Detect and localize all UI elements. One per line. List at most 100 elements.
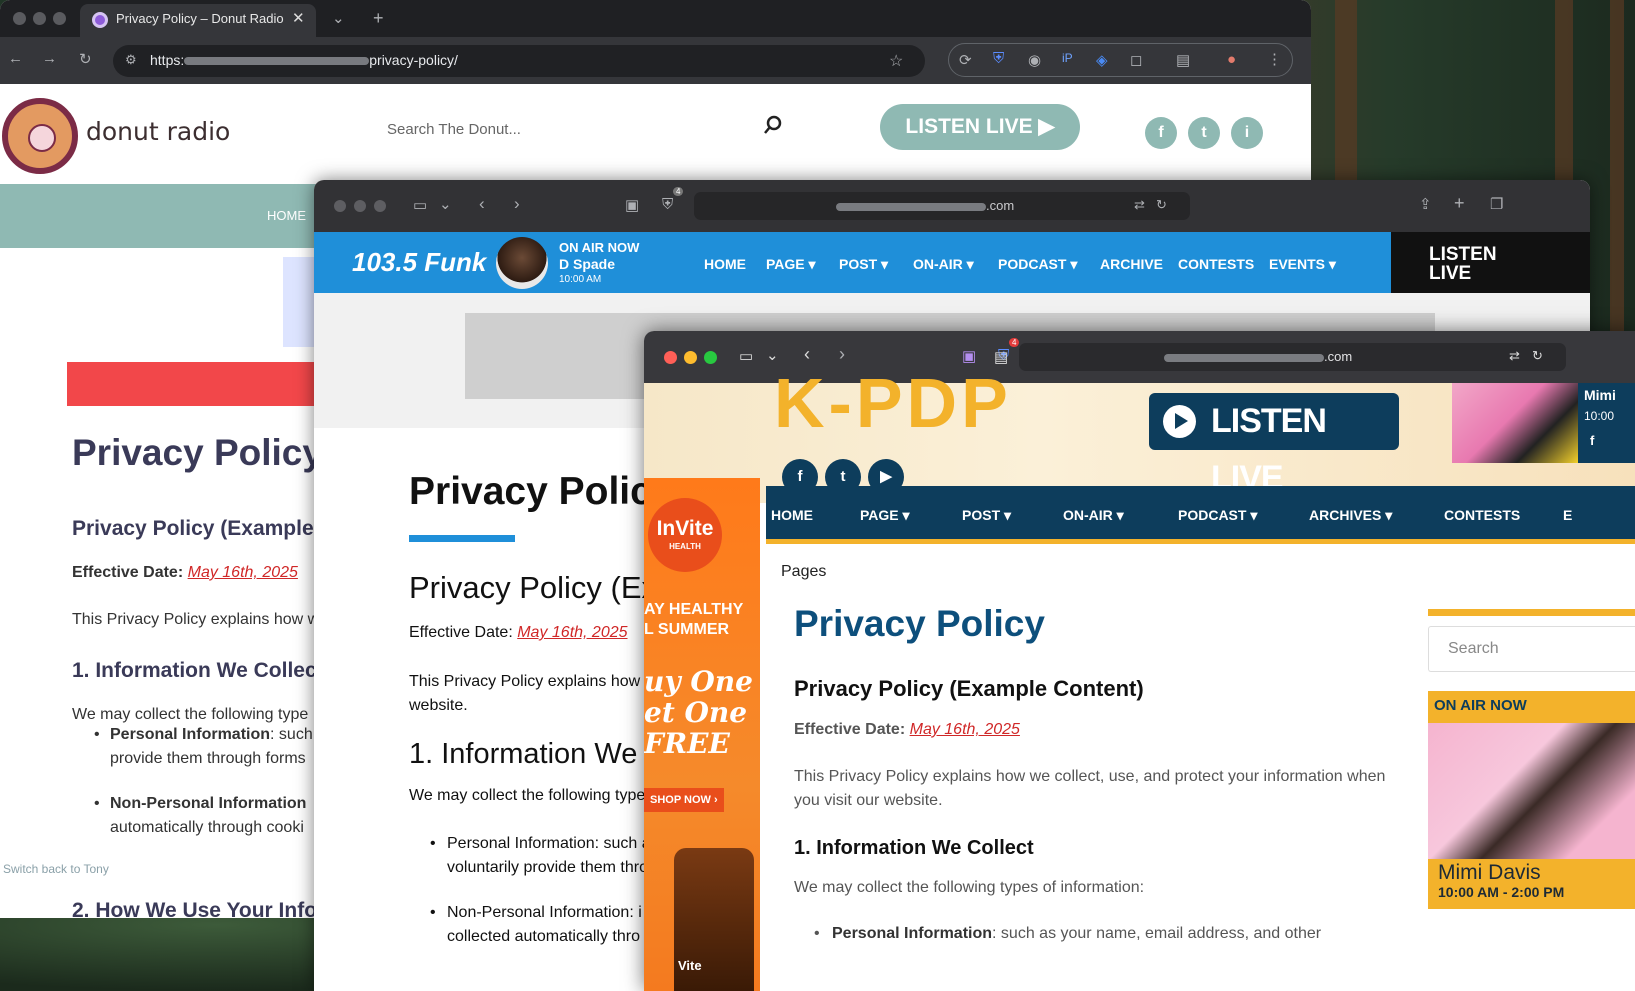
avatar [496, 237, 548, 289]
chevron-down-icon[interactable]: ⌄ [766, 346, 779, 364]
reload-icon[interactable]: ↻ [1532, 348, 1543, 364]
nav-archives[interactable]: ARCHIVES ▾ [1309, 507, 1392, 524]
nav-home[interactable]: HOME [771, 507, 813, 523]
zoom-window-button[interactable] [53, 12, 66, 25]
bitwarden-icon[interactable]: ⛨ [993, 50, 1004, 67]
site-logo[interactable]: 103.5 Funk [352, 247, 486, 278]
share-icon[interactable]: ⇪ [1419, 195, 1432, 213]
address-bar[interactable]: ⚙ https: privacy-policy/ ☆ [113, 45, 925, 77]
back-icon[interactable]: ← [8, 50, 23, 67]
camera-icon[interactable]: ◉ [1028, 51, 1041, 69]
host-card-top[interactable]: Mimi 10:00 f [1452, 383, 1635, 463]
extension-icon[interactable]: ▣ [625, 196, 639, 214]
reload-icon[interactable]: ↻ [1156, 197, 1167, 213]
nav-more[interactable]: E [1563, 507, 1572, 523]
nav-post[interactable]: POST ▾ [962, 507, 1011, 524]
reload-icon[interactable]: ↻ [79, 50, 92, 68]
bitwarden-icon[interactable]: ⛨ [662, 196, 673, 213]
bookmark-star-icon[interactable]: ☆ [889, 51, 903, 71]
search-icon[interactable] [762, 114, 784, 136]
nav-on-air[interactable]: ON-AIR ▾ [1063, 507, 1124, 524]
donut-logo-icon[interactable] [2, 98, 78, 174]
listen-live-button[interactable]: LISTEN LIVE [1391, 232, 1590, 293]
site-settings-icon[interactable]: ⚙ [125, 52, 137, 68]
nav-home[interactable]: HOME [704, 256, 746, 272]
nav-post[interactable]: POST ▾ [839, 256, 888, 273]
nav-home[interactable]: HOME [267, 208, 306, 223]
nav-archive[interactable]: ARCHIVE [1100, 256, 1163, 272]
translate-icon[interactable]: ⇄ [1509, 348, 1520, 364]
search-input[interactable]: Search [1428, 626, 1635, 672]
nav-events[interactable]: EVENTS ▾ [1269, 256, 1336, 273]
puzzle-icon[interactable]: ◻ [1130, 51, 1142, 69]
switch-back-link[interactable]: Switch back to Tony [3, 862, 109, 876]
product-bottle: Vite [674, 848, 754, 991]
new-tab-icon[interactable]: + [1454, 193, 1465, 214]
tag-icon[interactable]: ◈ [1096, 51, 1108, 69]
tab-overview-icon[interactable]: ❐ [1490, 195, 1503, 213]
zoom-window-button[interactable] [374, 200, 386, 212]
close-window-button[interactable] [664, 351, 677, 364]
zoom-window-button[interactable] [704, 351, 717, 364]
site-logo-text[interactable]: donut radio [86, 117, 230, 146]
on-air-widget[interactable]: ON AIR NOW Mimi Davis 10:00 AM - 2:00 PM [1428, 691, 1635, 909]
side-ad[interactable]: InVite HEALTH AY HEALTHY L SUMMER uy One et… [644, 478, 760, 991]
tab-list-chevron-icon[interactable]: ⌄ [332, 9, 345, 27]
back-icon[interactable]: ‹ [479, 194, 485, 214]
menu-kebab-icon[interactable]: ⋮ [1267, 50, 1282, 68]
nav-page[interactable]: PAGE ▾ [766, 256, 816, 273]
facebook-icon[interactable]: f [1590, 433, 1594, 448]
twitter-icon[interactable]: t [1188, 117, 1220, 149]
close-tab-icon[interactable]: ✕ [292, 9, 305, 27]
new-tab-icon[interactable]: + [373, 8, 384, 29]
listen-live-button[interactable]: LISTEN LIVE ▶ [880, 104, 1080, 150]
effective-date-link[interactable]: May 16th, 2025 [910, 721, 1020, 738]
minimize-window-button[interactable] [354, 200, 366, 212]
forward-icon[interactable]: → [42, 50, 57, 67]
site-logo[interactable]: K-PDP [774, 363, 1012, 443]
funk-header: 103.5 Funk ON AIR NOW D Spade 10:00 AM H… [314, 232, 1590, 293]
nav-on-air[interactable]: ON-AIR ▾ [913, 256, 974, 273]
nav-podcast[interactable]: PODCAST ▾ [1178, 507, 1257, 524]
forward-icon[interactable]: › [514, 194, 520, 214]
host-time: 10:00 AM - 2:00 PM [1438, 884, 1565, 900]
nav-page[interactable]: PAGE ▾ [860, 507, 910, 524]
ip-icon[interactable]: iP [1062, 51, 1073, 65]
nav-podcast[interactable]: PODCAST ▾ [998, 256, 1077, 273]
effective-date: Effective Date: May 16th, 2025 [794, 721, 1020, 738]
url-text: .com [836, 198, 1014, 213]
list-item: Non-Personal Information: icollected aut… [430, 901, 642, 949]
search-input[interactable]: Search The Donut... [387, 121, 521, 138]
reading-mode-icon[interactable]: ▤ [1176, 51, 1190, 69]
effective-date-link[interactable]: May 16th, 2025 [188, 564, 298, 581]
effective-date-link[interactable]: May 16th, 2025 [517, 624, 627, 641]
subtitle: Privacy Policy (Ex [409, 570, 658, 605]
minimize-window-button[interactable] [33, 12, 46, 25]
red-banner [67, 362, 327, 406]
close-window-button[interactable] [334, 200, 346, 212]
extension-icon[interactable]: ⟳ [959, 51, 972, 69]
forward-icon[interactable]: › [839, 344, 845, 365]
instagram-icon[interactable]: i [1231, 117, 1263, 149]
page-title: Privacy Policy [409, 470, 674, 513]
shop-now-button[interactable]: SHOP NOW › [644, 788, 724, 812]
sidebar-icon[interactable]: ▭ [739, 347, 753, 365]
browser-tab[interactable]: Privacy Policy – Donut Radio ✕ [80, 4, 316, 37]
address-bar[interactable]: .com ⇄ ↻ [694, 192, 1190, 220]
minimize-window-button[interactable] [684, 351, 697, 364]
profile-icon[interactable]: ● [1227, 51, 1236, 68]
address-bar[interactable]: ▤ .com ⇄ ↻ [994, 343, 1566, 371]
listen-live-button[interactable]: LISTEN LIVE [1149, 393, 1399, 497]
close-window-button[interactable] [13, 12, 26, 25]
chevron-down-icon[interactable]: ⌄ [439, 195, 452, 213]
facebook-icon[interactable]: f [1145, 117, 1177, 149]
nav-contests[interactable]: CONTESTS [1444, 507, 1520, 523]
safari-window-front[interactable]: ▭ ⌄ ‹ › ▣ ⛨ 4 ▤ .com ⇄ ↻ K-PDP f t ▶ LIS… [644, 331, 1635, 991]
sidebar-icon[interactable]: ▭ [413, 196, 427, 214]
breadcrumb[interactable]: Pages [781, 563, 826, 581]
back-icon[interactable]: ‹ [804, 344, 810, 365]
translate-icon[interactable]: ⇄ [1134, 197, 1145, 213]
badge-count: 4 [1009, 338, 1020, 347]
nav-contests[interactable]: CONTESTS [1178, 256, 1254, 272]
ad-headline: AY HEALTHY L SUMMER [644, 601, 744, 638]
